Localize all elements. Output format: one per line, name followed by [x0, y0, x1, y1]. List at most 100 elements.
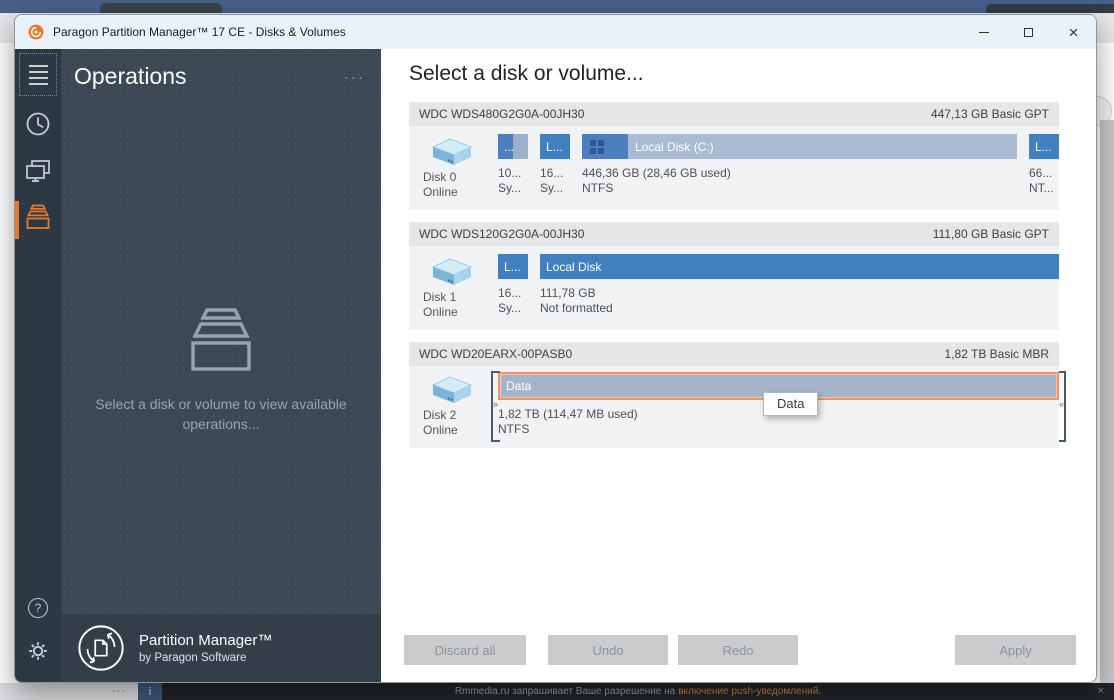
- disk-body: Disk 1 Online L... 16... Sy... Local Dis…: [409, 246, 1059, 330]
- disk-icon: [431, 138, 473, 165]
- disk-group-2: WDC WD20EARX-00PASB0 1,82 TB Basic MBR »…: [409, 342, 1066, 448]
- disk-status: Online: [423, 423, 458, 437]
- disk-summary: 447,13 GB Basic GPT: [930, 107, 1049, 121]
- sidebar-item-history[interactable]: [15, 110, 61, 138]
- partitions-drawer-icon: [26, 204, 50, 229]
- disk-model: WDC WD20EARX-00PASB0: [419, 347, 573, 361]
- maximize-button[interactable]: [1006, 15, 1051, 49]
- disk-model: WDC WDS480G2G0A-00JH30: [419, 107, 585, 121]
- disk-icon: [431, 376, 473, 403]
- notification-highlight: включение push-уведомлений.: [678, 686, 822, 697]
- partition-fs: NTFS: [582, 181, 614, 195]
- notification-close-icon[interactable]: ×: [1098, 683, 1104, 700]
- active-item-marker: [15, 201, 19, 239]
- partition-fs: Sy...: [498, 181, 522, 195]
- partition-cell[interactable]: L... 16... Sy...: [540, 134, 570, 200]
- sidebar-item-partitions[interactable]: [15, 201, 61, 239]
- paragon-app-icon: [28, 24, 44, 40]
- disk-model: WDC WDS120G2G0A-00JH30: [419, 227, 585, 241]
- partition-fs: Sy...: [498, 301, 522, 315]
- app-window: Paragon Partition Manager™ 17 CE - Disks…: [14, 14, 1097, 683]
- paragon-logo: [78, 625, 124, 671]
- redo-button[interactable]: Redo: [678, 635, 798, 665]
- disk-summary: 1,82 TB Basic MBR: [944, 347, 1049, 361]
- undo-button[interactable]: Undo: [548, 635, 668, 665]
- window-title: Paragon Partition Manager™ 17 CE - Disks…: [53, 25, 346, 39]
- operations-menu-dots[interactable]: ···: [344, 63, 365, 93]
- empty-state-message: Select a disk or volume to view availabl…: [95, 396, 347, 433]
- disk-label: Disk 1: [423, 290, 457, 304]
- brand-footer: Partition Manager™ by Paragon Software: [61, 614, 381, 682]
- browser-tab-right[interactable]: [986, 4, 1114, 13]
- titlebar: Paragon Partition Manager™ 17 CE - Disks…: [15, 15, 1096, 49]
- page-scrollbar[interactable]: [1100, 120, 1114, 683]
- partition-fs: Not formatted: [540, 301, 613, 315]
- close-button[interactable]: ×: [1051, 15, 1096, 49]
- operations-title: Operations: [74, 63, 187, 89]
- partition-tooltip: Data: [763, 392, 819, 416]
- brand-subtitle: by Paragon Software: [139, 652, 247, 664]
- question-icon: ?: [34, 601, 42, 615]
- action-bar: Discard all Undo Redo Apply: [404, 635, 1076, 665]
- disk-body: » « Disk 2 Online Data 1,82 TB (114,47 M…: [409, 366, 1066, 448]
- partition-fs: NT...: [1029, 181, 1054, 195]
- used-space-segment: [582, 134, 628, 159]
- partition-cell[interactable]: L... 16... Sy...: [498, 254, 528, 320]
- disk-summary: 111,80 GB Basic GPT: [932, 227, 1049, 241]
- help-button[interactable]: ?: [28, 598, 48, 618]
- sidebar-icon-strip: ?: [15, 49, 61, 682]
- partition-bar-label: Local Disk (C:): [635, 139, 714, 154]
- info-icon: i: [138, 683, 162, 700]
- apply-button[interactable]: Apply: [955, 635, 1076, 665]
- empty-drawer-icon: [191, 308, 251, 371]
- background-browser-tabbar: [0, 0, 1114, 13]
- partition-size: 446,36 GB (28,46 GB used): [582, 166, 731, 180]
- main-area: Select a disk or volume... WDC WDS480G2G…: [381, 49, 1096, 682]
- partition-cell[interactable]: ... 10... Sy...: [498, 134, 528, 200]
- disk-select-target[interactable]: Disk 1 Online: [409, 254, 498, 320]
- discard-all-button[interactable]: Discard all: [404, 635, 526, 665]
- sidebar-item-disks[interactable]: [15, 159, 61, 185]
- disk-group-1: WDC WDS120G2G0A-00JH30 111,80 GB Basic G…: [409, 222, 1059, 330]
- partition-size: 111,78 GB: [540, 286, 596, 300]
- menu-button[interactable]: [19, 53, 57, 96]
- disk-header: WDC WDS480G2G0A-00JH30 447,13 GB Basic G…: [409, 102, 1059, 126]
- resize-arrow-right-icon: «: [1058, 399, 1064, 409]
- partition-fs: NTFS: [498, 422, 530, 436]
- browser-tab[interactable]: [100, 3, 222, 13]
- notification-text: Rmmedia.ru запрашивает Ваше разрешение н…: [454, 686, 676, 697]
- disk-select-target[interactable]: Disk 0 Online: [409, 134, 498, 200]
- disk-icon: [431, 258, 473, 285]
- disk-header: WDC WDS120G2G0A-00JH30 111,80 GB Basic G…: [409, 222, 1059, 246]
- minimize-button[interactable]: [961, 15, 1006, 49]
- resize-arrow-left-icon: »: [493, 399, 499, 409]
- page-title: Select a disk or volume...: [409, 62, 644, 85]
- partition-fs: Sy...: [540, 181, 564, 195]
- partition-size: 16...: [498, 286, 522, 300]
- disk-select-target[interactable]: Disk 2 Online: [409, 372, 498, 438]
- browser-notification-bar: Rmmedia.ru запрашивает Ваше разрешение н…: [162, 683, 1114, 700]
- partition-bar-label: L...: [546, 139, 563, 154]
- disk-status: Online: [423, 185, 458, 199]
- partition-bar-label: Local Disk: [546, 259, 602, 274]
- disk-status: Online: [423, 305, 458, 319]
- gear-icon: [29, 642, 47, 660]
- operations-empty-state: Select a disk or volume to view availabl…: [61, 307, 381, 435]
- partition-bar-label: ...: [504, 139, 515, 154]
- windows-logo-icon: [590, 139, 604, 154]
- disk-label: Disk 0: [423, 170, 457, 184]
- history-clock-icon: [26, 112, 50, 136]
- settings-button[interactable]: [27, 640, 49, 667]
- partition-bar-label: Data: [506, 379, 532, 393]
- partition-size: 16...: [540, 166, 564, 180]
- screens-icon: [26, 160, 50, 182]
- partition-cell[interactable]: Local Disk 111,78 GB Not formatted: [540, 254, 1059, 320]
- hamburger-icon: [28, 64, 48, 67]
- brand-name: Partition Manager™: [139, 632, 273, 649]
- operations-panel: Operations ··· Select a disk or volume t…: [61, 49, 381, 682]
- partition-size: 10...: [498, 166, 522, 180]
- disk-list: WDC WDS480G2G0A-00JH30 447,13 GB Basic G…: [409, 102, 1066, 448]
- partition-cell[interactable]: L... 66... NT...: [1029, 134, 1059, 200]
- overflow-dots[interactable]: ···: [112, 683, 126, 700]
- partition-cell-c-drive[interactable]: Local Disk (C:) 446,36 GB (28,46 GB used…: [582, 134, 1017, 200]
